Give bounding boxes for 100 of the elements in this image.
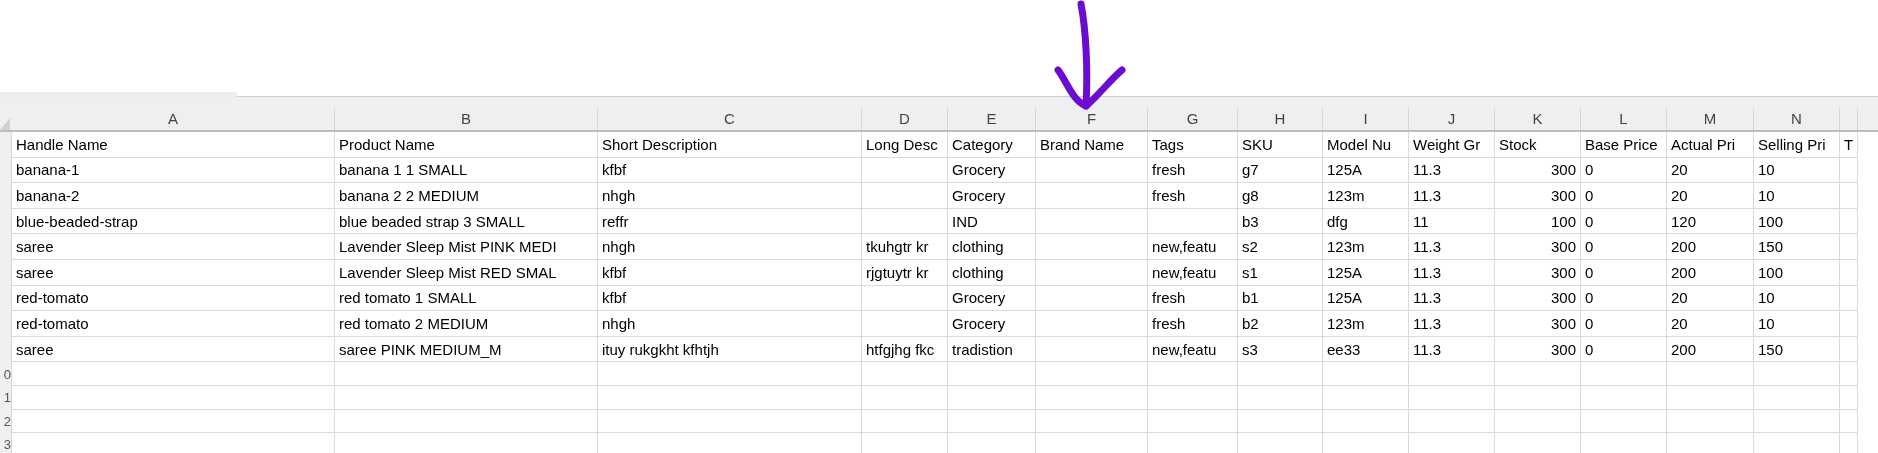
table-cell: 150 [1754, 336, 1840, 363]
table-cell: Lavender Sleep Mist RED SMAL [335, 259, 598, 286]
column-header[interactable]: C [598, 108, 862, 130]
table-cell: Model Nu [1323, 132, 1409, 158]
table-cell: 0 [1581, 285, 1667, 312]
table-cell: 10 [1754, 183, 1840, 209]
table-cell: dfg [1323, 208, 1409, 235]
table-cell: Stock [1495, 132, 1581, 158]
table-cell: 11.3 [1409, 285, 1495, 312]
table-cell: saree [12, 234, 335, 260]
table-cell: 0 [1581, 208, 1667, 235]
table-cell: red tomato 2 MEDIUM [335, 311, 598, 337]
column-header[interactable]: H [1238, 108, 1323, 130]
table-cell: 0 [1581, 259, 1667, 286]
table-cell: 0 [1581, 183, 1667, 209]
table-cell: tradistion [948, 336, 1036, 363]
row-header[interactable]: 0 [0, 362, 12, 386]
table-cell: 125A [1323, 285, 1409, 312]
table-cell: 10 [1754, 157, 1840, 184]
column-header[interactable]: K [1495, 108, 1581, 130]
table-cell: 100 [1754, 259, 1840, 286]
table-cell: saree [12, 336, 335, 363]
table-cell: 300 [1495, 259, 1581, 286]
table-cell: saree PINK MEDIUM_M [335, 336, 598, 363]
corner-triangle-icon[interactable] [0, 118, 10, 130]
column-header[interactable]: B [335, 108, 598, 130]
column-header[interactable]: F [1036, 108, 1148, 130]
table-cell: 0 [1581, 336, 1667, 363]
column-header[interactable]: E [948, 108, 1036, 130]
table-cell: 20 [1667, 157, 1754, 184]
table-cell: red tomato 1 SMALL [335, 285, 598, 312]
table-cell: clothing [948, 234, 1036, 260]
table-cell: Selling Pri [1754, 132, 1840, 158]
table-cell: 120 [1667, 208, 1754, 235]
table-cell: saree [12, 259, 335, 286]
table-cell: g8 [1238, 183, 1323, 209]
column-header[interactable]: N [1754, 108, 1840, 130]
table-cell: fresh [1148, 183, 1238, 209]
table-cell: Grocery [948, 183, 1036, 209]
table-cell: b1 [1238, 285, 1323, 312]
table-cell: nhgh [598, 183, 862, 209]
table-cell: 100 [1495, 208, 1581, 235]
table-cell: 11.3 [1409, 183, 1495, 209]
table-cell: htfgjhg fkc [862, 336, 948, 363]
table-cell: banana 2 2 MEDIUM [335, 183, 598, 209]
table-cell: Short Description [598, 132, 862, 158]
table-cell: nhgh [598, 234, 862, 260]
table-cell: Actual Pri [1667, 132, 1754, 158]
table-cell: clothing [948, 259, 1036, 286]
column-header[interactable]: M [1667, 108, 1754, 130]
table-cell: blue beaded strap 3 SMALL [335, 208, 598, 235]
column-header[interactable]: G [1148, 108, 1238, 130]
row-header[interactable]: 3 [0, 433, 12, 453]
table-cell: kfbf [598, 259, 862, 286]
table-cell: 300 [1495, 336, 1581, 363]
table-cell: fresh [1148, 285, 1238, 312]
table-cell: reffr [598, 208, 862, 235]
column-header[interactable]: A [12, 108, 335, 130]
table-cell: 20 [1667, 311, 1754, 337]
table-cell: 20 [1667, 285, 1754, 312]
table-cell: Product Name [335, 132, 598, 158]
table-cell: kfbf [598, 285, 862, 312]
row-header[interactable]: 2 [0, 409, 12, 434]
table-cell: s3 [1238, 336, 1323, 363]
table-cell: nhgh [598, 311, 862, 337]
table-cell: 300 [1495, 234, 1581, 260]
table-cell: 10 [1754, 285, 1840, 312]
table-cell: banana-2 [12, 183, 335, 209]
table-cell: banana 1 1 SMALL [335, 157, 598, 184]
table-cell: Grocery [948, 157, 1036, 184]
table-cell: IND [948, 208, 1036, 235]
table-cell: blue-beaded-strap [12, 208, 335, 235]
table-cell: 0 [1581, 157, 1667, 184]
table-cell: 300 [1495, 183, 1581, 209]
row-header[interactable]: 1 [0, 385, 12, 410]
table-cell: Grocery [948, 311, 1036, 337]
table-cell: fresh [1148, 311, 1238, 337]
table-cell: s1 [1238, 259, 1323, 286]
table-cell: Brand Name [1036, 132, 1148, 158]
table-cell: s2 [1238, 234, 1323, 260]
column-header[interactable]: I [1323, 108, 1409, 130]
table-cell: 300 [1495, 311, 1581, 337]
table-cell: Category [948, 132, 1036, 158]
table-cell: 11.3 [1409, 259, 1495, 286]
table-cell: SKU [1238, 132, 1323, 158]
table-cell: kfbf [598, 157, 862, 184]
table-cell: new,featu [1148, 336, 1238, 363]
table-cell: Grocery [948, 285, 1036, 312]
table-cell: 123m [1323, 183, 1409, 209]
table-cell: 123m [1323, 234, 1409, 260]
column-header[interactable]: L [1581, 108, 1667, 130]
row-header[interactable] [0, 132, 12, 158]
table-cell: 123m [1323, 311, 1409, 337]
column-header[interactable]: J [1409, 108, 1495, 130]
table-cell: banana-1 [12, 157, 335, 184]
table-cell: 100 [1754, 208, 1840, 235]
column-header[interactable]: D [862, 108, 948, 130]
table-cell: 150 [1754, 234, 1840, 260]
table-cell: ituy rukgkht kfhtjh [598, 336, 862, 363]
table-cell: new,featu [1148, 259, 1238, 286]
